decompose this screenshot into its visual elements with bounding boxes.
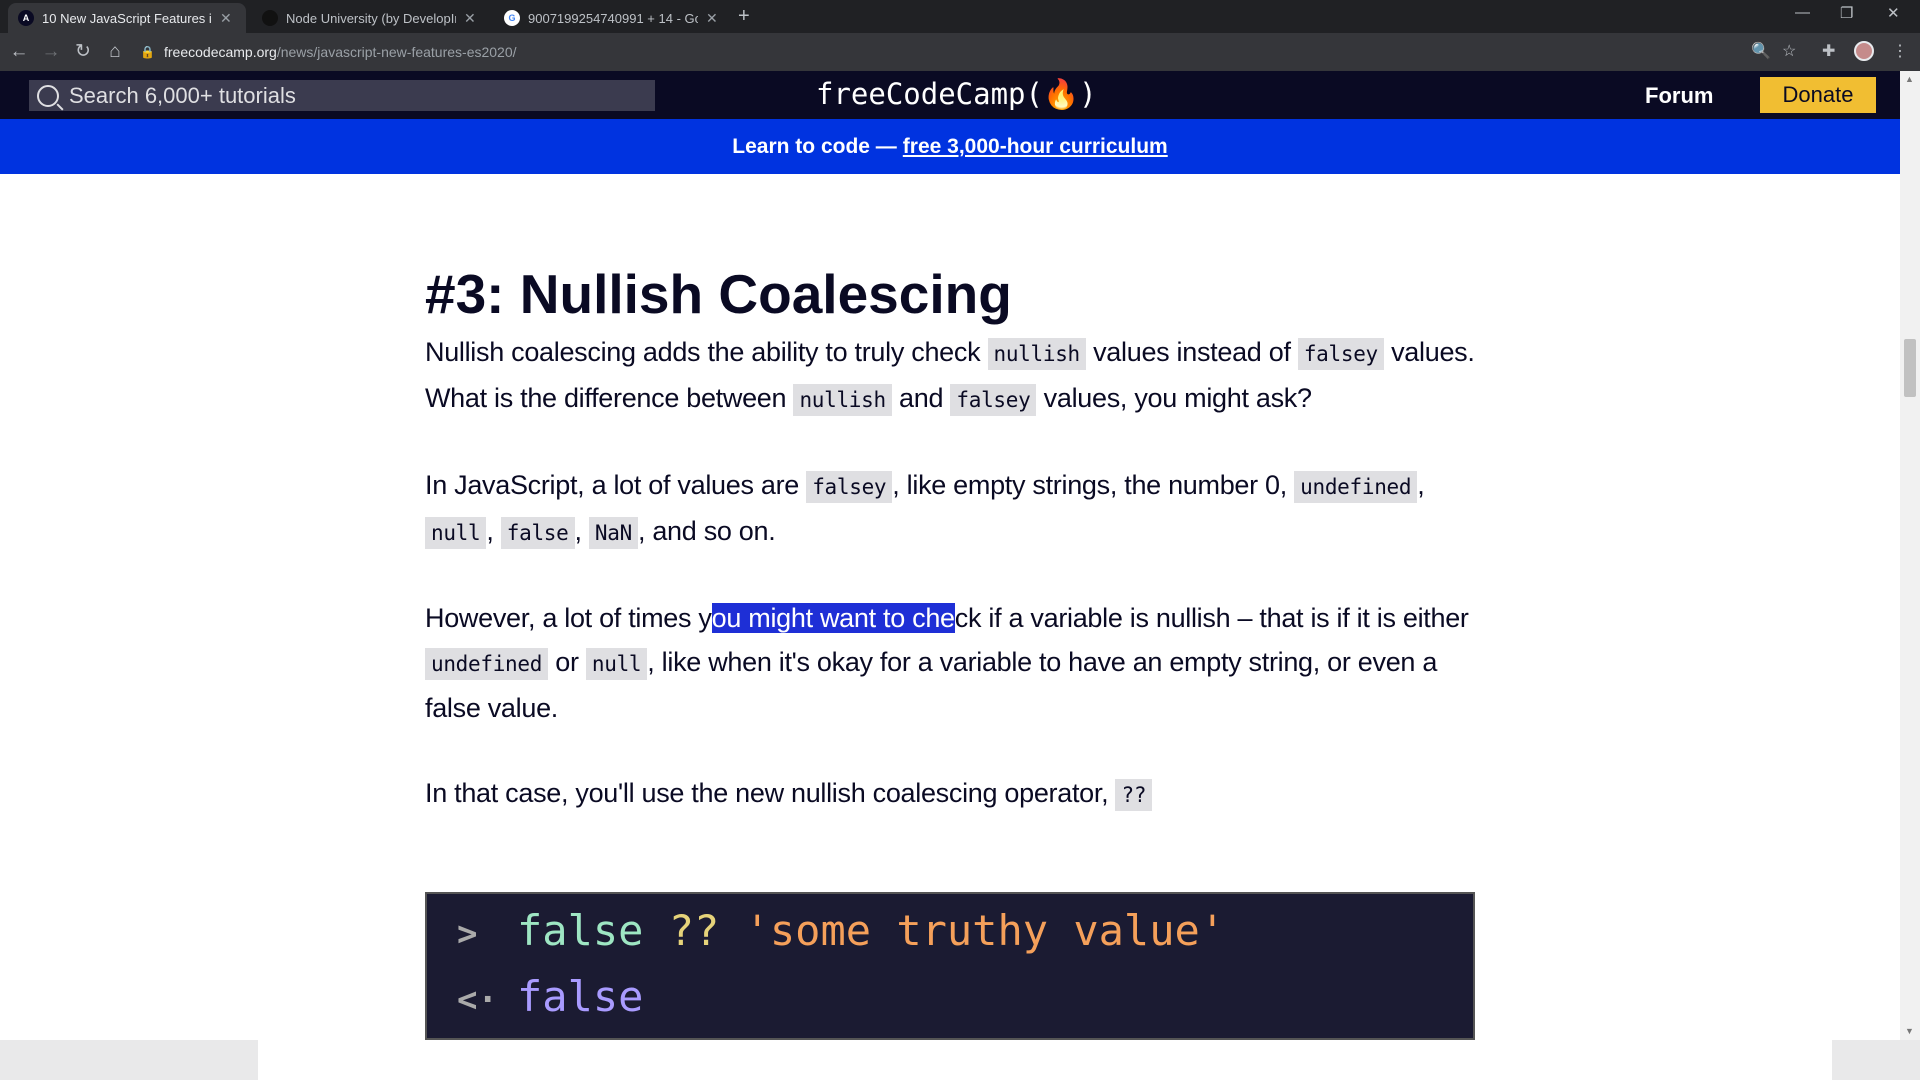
console-code-block: > false ?? 'some truthy value' <· false xyxy=(425,892,1475,1040)
inline-code: undefined xyxy=(1294,471,1418,503)
tab-es2020-article[interactable]: A 10 New JavaScript Features in ES ✕ xyxy=(8,3,246,33)
learn-banner: Learn to code — free 3,000-hour curricul… xyxy=(0,119,1900,174)
text: In JavaScript, a lot of values are xyxy=(425,470,807,500)
paragraph-intro: Nullish coalescing adds the ability to t… xyxy=(425,330,1475,422)
inline-code: ?? xyxy=(1115,779,1153,811)
inline-code: falsey xyxy=(950,384,1037,416)
banner-text: Learn to code — xyxy=(732,134,897,158)
tab-google-search[interactable]: G 9007199254740991 + 14 - Goog ✕ xyxy=(494,3,732,33)
text: , xyxy=(486,516,501,546)
lock-icon: 🔒 xyxy=(140,45,155,59)
inline-code: falsey xyxy=(1297,338,1384,370)
zoom-icon[interactable]: 🔍 xyxy=(1751,41,1771,61)
scroll-up-icon[interactable]: ▲ xyxy=(1905,74,1914,84)
text: Nullish coalescing adds the ability to t… xyxy=(425,337,988,367)
inline-code: nullish xyxy=(987,338,1086,370)
tab-node-university[interactable]: Node University (by DevelopInte ✕ xyxy=(252,3,490,33)
address-bar[interactable]: 🔒 freecodecamp.org /news/javascript-new-… xyxy=(140,38,1740,66)
code-output: false xyxy=(517,972,644,1021)
node-university-favicon-icon xyxy=(262,10,278,26)
url-host: freecodecamp.org xyxy=(164,44,277,60)
donate-button[interactable]: Donate xyxy=(1760,77,1876,113)
browser-toolbar: ← → ↻ ⌂ 🔒 freecodecamp.org /news/javascr… xyxy=(0,33,1920,71)
tab-title: 9007199254740991 + 14 - Goog xyxy=(528,10,698,26)
profile-avatar[interactable] xyxy=(1854,41,1874,61)
text: and xyxy=(891,383,951,413)
inline-code: false xyxy=(500,517,575,549)
console-input-line: false ?? 'some truthy value' xyxy=(517,906,1225,955)
input-prompt-icon: > xyxy=(457,914,478,954)
search-input[interactable]: Search 6,000+ tutorials xyxy=(29,80,655,111)
text: However, a lot of times y xyxy=(425,603,712,633)
text: In that case, you'll use the new nullish… xyxy=(425,778,1116,808)
close-window-icon[interactable]: ✕ xyxy=(1887,4,1900,22)
paragraph-operator: In that case, you'll use the new nullish… xyxy=(425,771,1475,817)
google-favicon-icon: G xyxy=(504,10,520,26)
text: ck if a variable is nullish – that is if… xyxy=(954,603,1469,633)
inline-code: null xyxy=(585,648,648,680)
tab-title: 10 New JavaScript Features in ES xyxy=(42,10,212,26)
back-icon[interactable]: ← xyxy=(6,39,32,65)
bottom-strip xyxy=(0,1040,1920,1080)
search-placeholder: Search 6,000+ tutorials xyxy=(69,82,296,108)
output-prompt-icon: <· xyxy=(457,980,498,1020)
curriculum-link[interactable]: free 3,000-hour curriculum xyxy=(903,135,1168,159)
text: values, you might ask? xyxy=(1036,383,1312,413)
code-string: 'some truthy value' xyxy=(744,906,1226,955)
extensions-icon[interactable]: ✚ xyxy=(1822,41,1835,61)
text: , and so on. xyxy=(637,516,776,546)
console-output-line: false xyxy=(517,972,643,1021)
page-scrollbar[interactable] xyxy=(1900,71,1920,1040)
section-heading: #3: Nullish Coalescing xyxy=(425,263,1012,325)
tab-title: Node University (by DevelopInte xyxy=(286,10,456,26)
new-tab-button[interactable]: + xyxy=(738,5,750,28)
inline-code: undefined xyxy=(425,648,549,680)
url-path: /news/javascript-new-features-es2020/ xyxy=(276,44,517,60)
forward-icon[interactable]: → xyxy=(38,39,64,65)
inline-code: null xyxy=(425,517,487,549)
forum-link[interactable]: Forum xyxy=(1645,83,1713,109)
bookmark-star-icon[interactable]: ☆ xyxy=(1782,41,1796,61)
text: , xyxy=(574,516,589,546)
close-tab-icon[interactable]: ✕ xyxy=(706,10,718,27)
bottom-strip-content xyxy=(258,1040,1832,1080)
article-body: #3: Nullish Coalescing Nullish coalescin… xyxy=(425,262,1475,858)
text-selection[interactable]: ou might want to che xyxy=(711,603,955,633)
inline-code: falsey xyxy=(806,471,893,503)
code-operator: ?? xyxy=(668,906,720,955)
browser-tab-strip: A 10 New JavaScript Features in ES ✕ Nod… xyxy=(0,0,1920,33)
inline-code: NaN xyxy=(588,517,638,549)
inline-code: nullish xyxy=(793,384,892,416)
text: , like empty strings, the number 0, xyxy=(892,470,1295,500)
text: or xyxy=(548,647,586,677)
freecodecamp-favicon-icon: A xyxy=(18,10,34,26)
text: values instead of xyxy=(1085,337,1298,367)
close-tab-icon[interactable]: ✕ xyxy=(220,10,232,27)
close-tab-icon[interactable]: ✕ xyxy=(464,10,476,27)
code-keyword: false xyxy=(517,906,644,955)
freecodecamp-logo[interactable]: freeCodeCamp(🔥) xyxy=(816,77,1097,112)
paragraph-nullish: However, a lot of times you might want t… xyxy=(425,596,1475,730)
paragraph-falsey: In JavaScript, a lot of values are false… xyxy=(425,463,1475,555)
scroll-down-icon[interactable]: ▼ xyxy=(1905,1026,1914,1036)
site-navbar: Search 6,000+ tutorials freeCodeCamp(🔥) … xyxy=(0,71,1900,119)
text: , xyxy=(1417,470,1425,500)
scrollbar-thumb[interactable] xyxy=(1904,339,1916,397)
menu-kebab-icon[interactable]: ⋮ xyxy=(1892,41,1908,61)
restore-icon[interactable]: ❐ xyxy=(1840,4,1853,22)
search-icon xyxy=(37,84,59,107)
reload-icon[interactable]: ↻ xyxy=(70,39,96,65)
home-icon[interactable]: ⌂ xyxy=(102,39,128,65)
minimize-icon[interactable]: — xyxy=(1795,4,1810,21)
